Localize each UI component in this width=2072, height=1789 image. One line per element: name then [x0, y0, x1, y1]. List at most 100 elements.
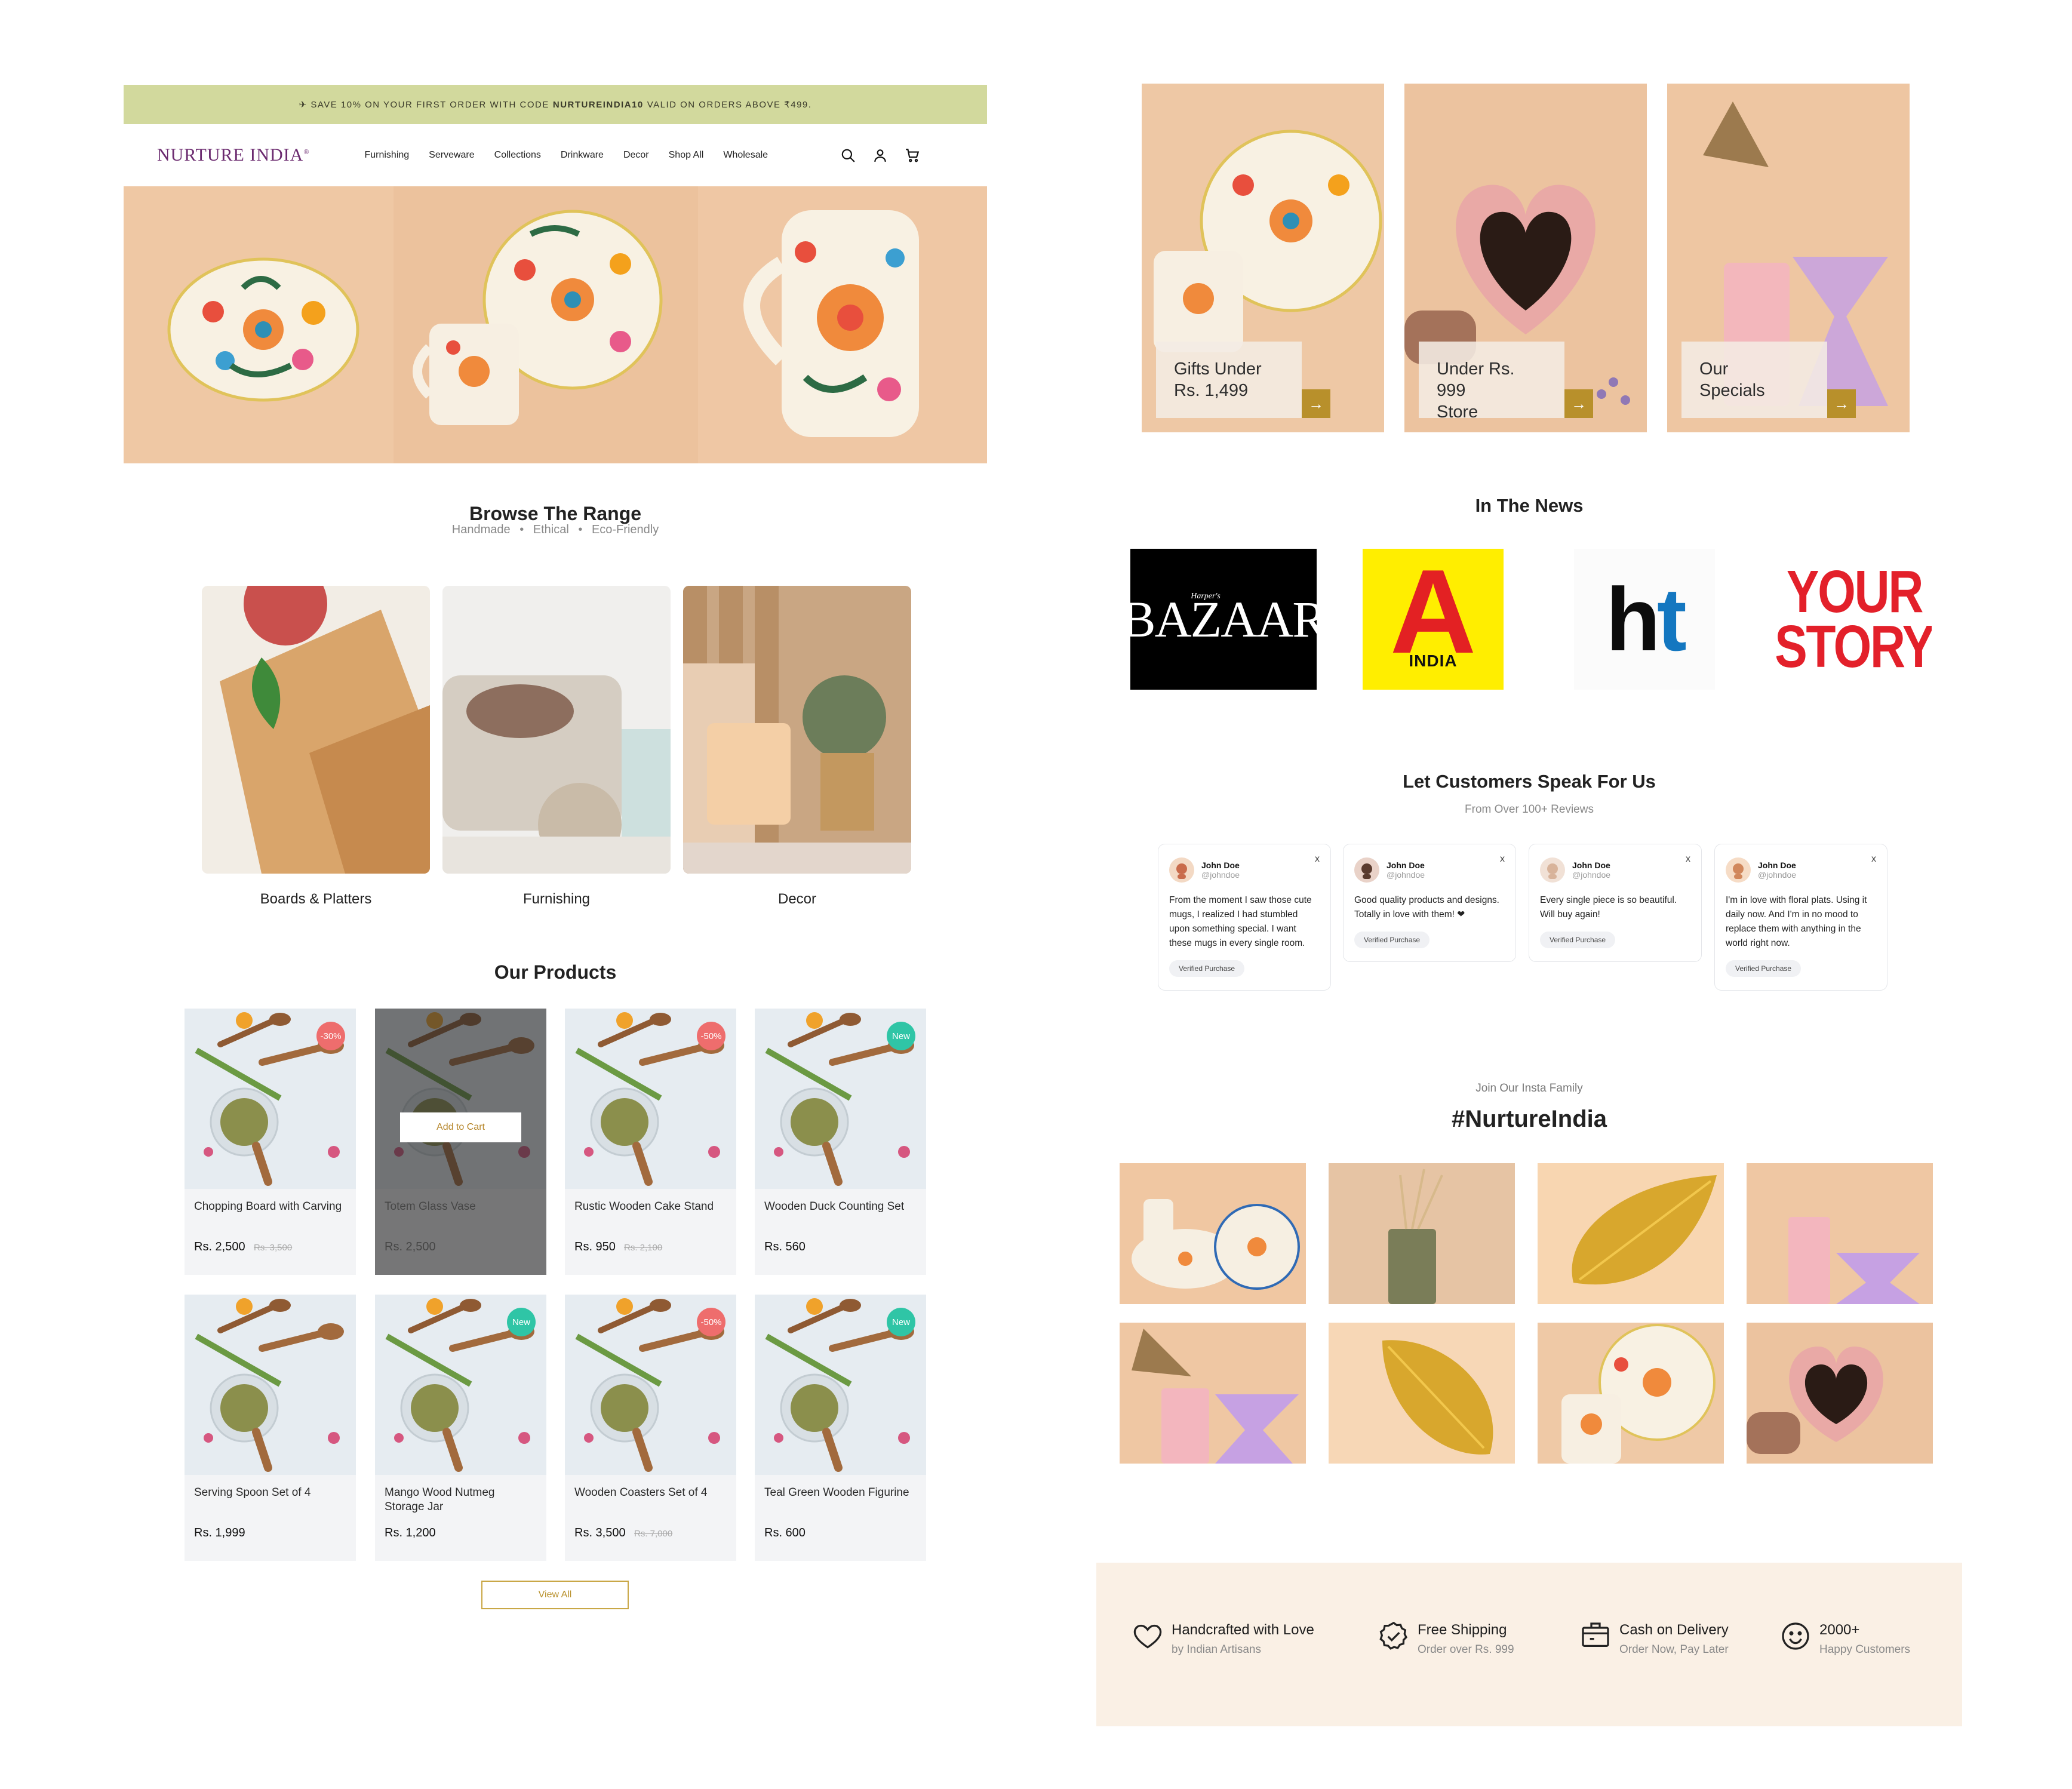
add-to-cart-button[interactable]: Add to Cart — [400, 1112, 521, 1142]
insta-image-floral-bowls — [1120, 1163, 1306, 1304]
box-icon — [1582, 1622, 1609, 1647]
insta-post[interactable] — [1120, 1323, 1306, 1464]
product-price: Rs. 1,200 — [385, 1526, 436, 1539]
review-author: John Doe @johndoe — [1726, 857, 1876, 883]
logo-hindustan-times[interactable]: ht — [1574, 549, 1715, 690]
arrow-right-icon[interactable]: → — [1302, 389, 1330, 418]
heart-icon — [1133, 1624, 1162, 1649]
category-label-boards[interactable]: Boards & Platters — [202, 891, 430, 908]
product-name[interactable]: Chopping Board with Carving — [194, 1200, 343, 1214]
reviewer-name: John Doe — [1201, 860, 1240, 870]
new-badge: New — [887, 1308, 915, 1336]
logo-ad-india[interactable]: A INDIA — [1363, 549, 1504, 690]
insta-image-pink-vases — [1747, 1163, 1933, 1304]
close-icon[interactable]: x — [1315, 854, 1320, 865]
nav-wholesale[interactable]: Wholesale — [723, 150, 768, 161]
nav-furnishing[interactable]: Furnishing — [364, 150, 409, 161]
hero-banner[interactable] — [124, 186, 987, 463]
reviews-title: Let Customers Speak For Us — [1403, 771, 1656, 792]
product-image-frame[interactable] — [185, 1295, 356, 1475]
arrow-right-icon[interactable]: → — [1827, 389, 1856, 418]
insta-post[interactable] — [1120, 1163, 1306, 1304]
review-author: John Doe @johndoe — [1354, 857, 1505, 883]
product-card[interactable]: -50% Rustic Wooden Cake Stand Rs. 950 Rs. 2… — [565, 1009, 736, 1275]
user-icon[interactable] — [872, 147, 888, 163]
product-name[interactable]: Wooden Coasters Set of 4 — [574, 1486, 724, 1500]
insta-image-plate-mug — [1538, 1323, 1724, 1464]
avatar-face-icon — [1547, 863, 1558, 879]
features-bar: Handcrafted with Love by Indian Artisans … — [1096, 1563, 1962, 1726]
category-card-decor[interactable] — [683, 586, 911, 874]
insta-post[interactable] — [1329, 1163, 1515, 1304]
product-card[interactable]: Totem Glass VaseRs. 2,500Add to Cart — [375, 1009, 546, 1275]
insta-post[interactable] — [1747, 1323, 1933, 1464]
category-label-decor[interactable]: Decor — [683, 891, 911, 908]
review-text: Good quality products and designs. Total… — [1354, 895, 1499, 920]
tag-separator: • — [519, 523, 524, 536]
tag-separator: • — [578, 523, 583, 536]
product-name[interactable]: Teal Green Wooden Figurine — [764, 1486, 914, 1500]
product-price: Rs. 950 — [574, 1240, 616, 1253]
nav-collections[interactable]: Collections — [494, 150, 541, 161]
products-title: Our Products — [494, 961, 617, 983]
category-label-furnishing[interactable]: Furnishing — [442, 891, 671, 908]
product-card[interactable]: -50% Wooden Coasters Set of 4 Rs. 3,500 Rs.… — [565, 1295, 736, 1561]
verified-purchase-badge: Verified Purchase — [1540, 932, 1616, 948]
category-image-decor — [683, 586, 911, 874]
feature-subtitle: Happy Customers — [1819, 1643, 1911, 1656]
insta-image-gold-leaf-2 — [1329, 1323, 1515, 1464]
insta-post[interactable] — [1329, 1323, 1515, 1464]
nav-drinkware[interactable]: Drinkware — [561, 150, 604, 161]
promo-tile-gifts[interactable]: Gifts Under Rs. 1,499 → — [1142, 84, 1384, 432]
insta-post[interactable] — [1538, 1163, 1724, 1304]
nav-serveware[interactable]: Serveware — [429, 150, 474, 161]
promo-tile-under-999[interactable]: Under Rs. 999 Store → — [1404, 84, 1647, 432]
promo-line1: Gifts Under — [1174, 359, 1262, 379]
product-name[interactable]: Rustic Wooden Cake Stand — [574, 1200, 724, 1214]
category-card-boards[interactable] — [202, 586, 430, 874]
nav-decor[interactable]: Decor — [623, 150, 649, 161]
feature-title: Handcrafted with Love — [1172, 1622, 1314, 1638]
bazaar-harpers: Harper's — [1191, 592, 1221, 601]
feature-title: 2000+ — [1819, 1622, 1860, 1638]
badge-check-icon — [1379, 1621, 1407, 1650]
insta-image-heart-mug — [1747, 1323, 1933, 1464]
nav-shop-all[interactable]: Shop All — [669, 150, 704, 161]
product-name[interactable]: Wooden Duck Counting Set — [764, 1200, 914, 1214]
promo-line1: Under Rs. 999 — [1437, 359, 1515, 400]
product-name[interactable]: Mango Wood Nutmeg Storage Jar — [385, 1486, 534, 1514]
insta-hashtag[interactable]: #NurtureIndia — [1096, 1106, 1962, 1133]
close-icon[interactable]: x — [1686, 854, 1690, 865]
close-icon[interactable]: x — [1871, 854, 1876, 865]
category-image-furnishing — [442, 586, 671, 874]
insta-post[interactable] — [1538, 1323, 1724, 1464]
logo-yourstory[interactable]: YOUR STORY — [1776, 549, 1932, 690]
review-text: From the moment I saw those cute mugs, I… — [1169, 895, 1312, 948]
tag-handmade: Handmade — [451, 523, 511, 536]
product-name[interactable]: Serving Spoon Set of 4 — [194, 1486, 343, 1500]
browse-tags: Handmade • Ethical • Eco-Friendly — [124, 523, 987, 537]
cart-icon[interactable] — [905, 147, 920, 163]
product-card[interactable]: New Wooden Duck Counting Set Rs. 560 — [755, 1009, 926, 1275]
product-card[interactable]: New Teal Green Wooden Figurine Rs. 600 — [755, 1295, 926, 1561]
promo-tile-specials[interactable]: Our Specials → — [1667, 84, 1910, 432]
product-card[interactable]: New Mango Wood Nutmeg Storage Jar Rs. 1,20… — [375, 1295, 546, 1561]
logo[interactable]: NURTURE INDIA® — [157, 145, 309, 165]
view-all-button[interactable]: View All — [481, 1581, 629, 1609]
news-title: In The News — [1475, 495, 1584, 516]
promo-line2: Store — [1437, 402, 1478, 422]
category-card-furnishing[interactable] — [442, 586, 671, 874]
product-card[interactable]: -30% Chopping Board with Carving Rs. 2,500… — [185, 1009, 356, 1275]
review-author: John Doe @johndoe — [1540, 857, 1690, 883]
ht-h: h — [1606, 569, 1661, 669]
logo-bazaar[interactable]: BAZAAR Harper's — [1130, 549, 1317, 690]
search-icon[interactable] — [840, 147, 856, 163]
reviewer-name: John Doe — [1758, 860, 1796, 870]
promo-bar: ✈ SAVE 10% ON YOUR FIRST ORDER WITH CODE… — [124, 85, 987, 124]
product-card[interactable]: Serving Spoon Set of 4 Rs. 1,999 — [185, 1295, 356, 1561]
close-icon[interactable]: x — [1500, 854, 1505, 865]
arrow-right-icon[interactable]: → — [1564, 389, 1593, 418]
review-text: Every single piece is so beautiful. Will… — [1540, 895, 1677, 920]
insta-post[interactable] — [1747, 1163, 1933, 1304]
verified-purchase-badge: Verified Purchase — [1726, 960, 1802, 977]
